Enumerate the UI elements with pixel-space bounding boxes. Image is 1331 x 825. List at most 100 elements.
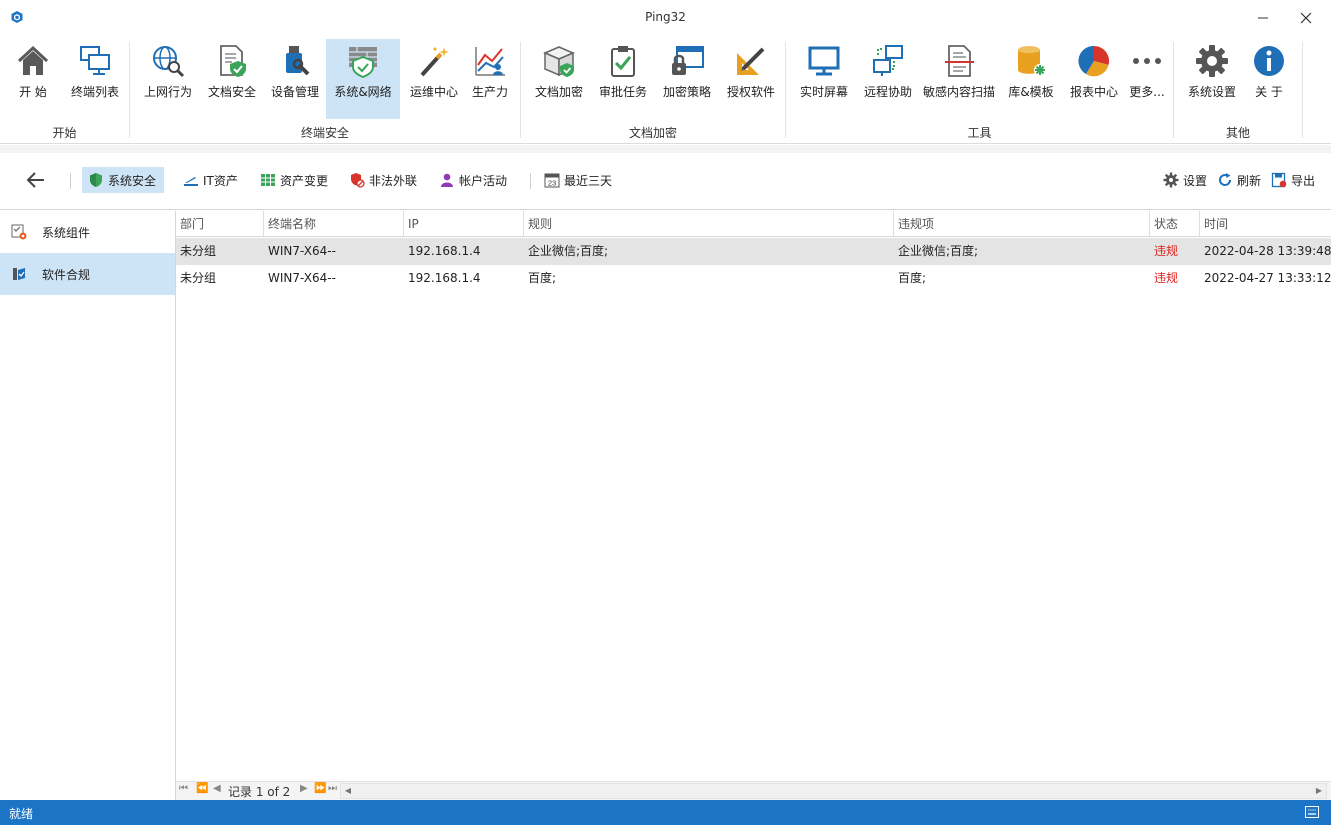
cell-status: 违规 [1154,271,1179,285]
monitor-icon [808,46,840,76]
ribbon-system-network-button[interactable]: 系统&网络 [326,39,400,119]
cell-dept: 未分组 [180,271,217,285]
scroll-left-icon[interactable]: ◀ [341,784,355,798]
column-header-time[interactable]: 时间 [1200,211,1331,237]
prev-page-icon[interactable]: ◀ [213,783,221,794]
ribbon-group-label: 文档加密 [628,126,677,140]
software-compliance-icon [13,268,25,280]
minimize-button[interactable] [1240,0,1286,36]
ribbon-approval-tasks-button[interactable]: 审批任务 [594,39,652,119]
ribbon-more-button[interactable]: 更多... [1126,39,1168,119]
sidebar: 系统组件 软件合规 [0,211,176,800]
export-button[interactable]: 导出 [1265,167,1323,193]
ribbon-sensitive-scan-button[interactable]: 敏感内容扫描 [920,39,998,119]
cell-rule: 百度; [528,271,557,285]
ribbon-gap [0,145,1331,153]
globe-search-icon [153,46,185,78]
horizontal-scrollbar[interactable]: ◀ ▶ [340,783,1327,799]
cell-violation: 企业微信;百度; [898,244,979,258]
next-page-icon[interactable]: ▶ [300,783,308,794]
toolbar-separator [70,173,71,189]
database-icon [1018,46,1046,76]
cell-terminal: WIN7-X64-- [268,271,336,285]
settings-button[interactable]: 设置 [1157,167,1215,193]
ribbon-web-behavior-button[interactable]: 上网行为 [138,39,198,119]
gear-icon [1163,172,1179,188]
title-bar: Ping32 [0,0,1331,36]
tab-illegal-outreach[interactable]: 非法外联 [343,167,425,193]
scroll-right-icon[interactable]: ▶ [1312,784,1326,798]
ribbon-start-button[interactable]: 开 始 [6,39,60,119]
export-save-icon [1271,172,1287,188]
close-button[interactable] [1283,0,1329,36]
ribbon-report-center-button[interactable]: 报表中心 [1064,39,1124,119]
cell-time: 2022-04-27 13:33:12 [1204,271,1331,285]
record-counter: 记录 1 of 2 [228,785,291,799]
svg-text:23: 23 [548,179,556,188]
ribbon-system-settings-button[interactable]: 系统设置 [1182,39,1242,119]
ribbon-about-button[interactable]: 关 于 [1246,39,1292,119]
back-arrow-icon[interactable] [24,170,48,190]
ribbon-group-label: 工具 [967,126,992,140]
column-header-violation[interactable]: 违规项 [894,211,1150,237]
ribbon-library-template-button[interactable]: 库&模板 [1002,39,1060,119]
sidebar-item-system-components[interactable]: 系统组件 [0,211,175,253]
last-page-icon[interactable]: ⏭ [328,783,337,794]
clipboard-check-icon [611,46,635,77]
window-title: Ping32 [645,10,686,24]
sidebar-item-software-compliance[interactable]: 软件合规 [0,253,175,295]
shield-blocked-icon [351,173,365,188]
ribbon-encrypt-policy-button[interactable]: 加密策略 [656,39,718,119]
next-group-icon[interactable]: ⏩ [314,783,326,794]
checklist-icon [11,224,27,240]
status-text: 就绪 [9,807,34,821]
close-icon [1300,12,1312,24]
ribbon-remote-assist-button[interactable]: 远程协助 [858,39,918,119]
tab-system-security[interactable]: 系统安全 [82,167,165,193]
firewall-shield-icon [349,47,377,79]
ribbon-productivity-button[interactable]: 生产力 [466,39,514,119]
remote-desktop-icon [873,45,903,76]
toolbar-separator [530,173,531,189]
minimize-icon [1258,17,1268,19]
ribbon-live-screen-button[interactable]: 实时屏幕 [794,39,854,119]
gear-icon [1196,45,1228,77]
ribbon-group-label: 终端安全 [300,126,349,140]
line-chart-people-icon [475,47,505,76]
table-row[interactable]: 未分组 WIN7-X64-- 192.168.1.4 百度; 百度; 违规 20… [176,265,1331,292]
records-table: 部门 终端名称 IP 规则 违规项 状态 时间 未分组 WIN7-X64-- 1… [176,211,1331,781]
pencil-ruler-icon [737,47,765,75]
tab-it-assets[interactable]: IT资产 [177,167,246,193]
tab-account-activity[interactable]: 帐户活动 [433,167,515,193]
pager: ⏮ ⏪ ◀ 记录 1 of 2 ▶ ⏩ ⏭ ◀ ▶ [176,781,1331,800]
box-shield-icon [543,46,575,77]
column-header-status[interactable]: 状态 [1150,211,1200,237]
ribbon-doc-security-button[interactable]: 文档安全 [203,39,261,119]
refresh-button[interactable]: 刷新 [1211,167,1269,193]
ribbon-authorized-software-button[interactable]: 授权软件 [722,39,780,119]
date-filter-button[interactable]: 23 最近三天 [538,167,620,193]
ribbon-doc-encrypt-button[interactable]: 文档加密 [528,39,590,119]
ribbon-ops-center-button[interactable]: 运维中心 [404,39,464,119]
column-header-ip[interactable]: IP [404,211,524,237]
ribbon-separator [1302,42,1303,138]
prev-group-icon[interactable]: ⏪ [196,783,208,794]
tab-asset-changes[interactable]: 资产变更 [254,167,336,193]
cell-ip: 192.168.1.4 [408,244,481,258]
column-header-rule[interactable]: 规则 [524,211,894,237]
more-dots-icon [1133,58,1161,64]
usb-wrench-icon [286,46,310,76]
scanner-icon [184,177,198,186]
ribbon-terminal-list-button[interactable]: 终端列表 [66,39,124,119]
keyboard-icon [1305,806,1319,818]
cell-time: 2022-04-28 13:39:48 [1204,244,1331,258]
first-page-icon[interactable]: ⏮ [179,783,188,794]
document-shield-icon [220,45,246,77]
document-scan-icon [945,45,974,77]
table-row[interactable]: 未分组 WIN7-X64-- 192.168.1.4 企业微信;百度; 企业微信… [176,238,1331,265]
cell-dept: 未分组 [180,244,217,258]
column-header-dept[interactable]: 部门 [176,211,264,237]
column-header-terminal[interactable]: 终端名称 [264,211,404,237]
ribbon-device-mgmt-button[interactable]: 设备管理 [266,39,324,119]
user-icon [441,173,453,187]
